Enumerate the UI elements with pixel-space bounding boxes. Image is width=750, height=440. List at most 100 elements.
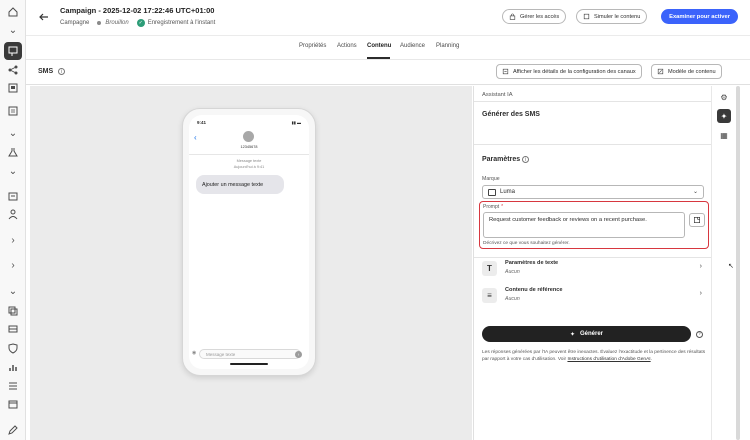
campaign-title: Campaign - 2025-12-02 17:22:46 UTC+01:00 xyxy=(60,6,215,15)
folders-icon[interactable] xyxy=(6,397,20,411)
tab-bar: Propriétés Actions Contenu Audience Plan… xyxy=(26,36,750,60)
chevron-right-icon[interactable]: › xyxy=(6,233,20,247)
simulate-content-button[interactable]: Simuler le contenu xyxy=(576,9,648,24)
review-activate-button[interactable]: Examiner pour activer xyxy=(661,9,738,24)
settings-icon xyxy=(502,68,509,75)
generate-button[interactable]: ✦ Générer xyxy=(482,326,691,342)
chevron-down-icon[interactable]: ⌄ xyxy=(6,126,20,140)
document-icon xyxy=(694,217,700,223)
home-indicator xyxy=(230,363,268,365)
left-nav-rail: ⌄ ⌄ ⌄ › › ⌄ xyxy=(0,0,26,440)
chevron-down-icon: ⌄ xyxy=(692,189,698,195)
campaign-meta: Campagne Brouillon ✓ Enregistrement à l'… xyxy=(60,19,215,27)
signal-battery-icon: ▮▮ ▬ xyxy=(291,120,301,125)
pencil-icon[interactable] xyxy=(6,423,20,437)
status-time: 9:41 xyxy=(197,120,207,125)
segments-icon[interactable] xyxy=(6,189,20,203)
text-icon: T xyxy=(482,261,497,276)
campaign-type: Campagne xyxy=(60,20,90,26)
app-root: ⌄ ⌄ ⌄ › › ⌄ Campaign - 2025-12-02 17:22:… xyxy=(0,0,750,440)
chevron-down-icon[interactable]: ⌄ xyxy=(6,164,20,178)
divider xyxy=(474,257,712,258)
template-icon xyxy=(657,68,664,75)
scrollbar-thumb[interactable] xyxy=(736,86,740,440)
prompt-highlight-box: Prompt * Request customer feedback or rev… xyxy=(479,201,709,249)
message-timestamp: Aujourd'hui à 9:41 xyxy=(233,165,265,169)
chevron-right-icon: › xyxy=(699,290,702,297)
chevron-right-icon[interactable]: › xyxy=(6,258,20,272)
divider xyxy=(189,154,309,155)
genai-guidelines-link[interactable]: Instructions d'utilisation d'Adobe GenAI xyxy=(567,357,650,362)
profiles-icon[interactable] xyxy=(6,207,20,221)
reports-icon[interactable] xyxy=(6,360,20,374)
home-icon[interactable] xyxy=(6,5,20,19)
ai-wand-icon[interactable]: ✦ xyxy=(717,109,731,123)
campaign-header: Campaign - 2025-12-02 17:22:46 UTC+01:00… xyxy=(26,0,750,36)
library-icon[interactable] xyxy=(6,104,20,118)
reference-content-row[interactable]: ≡ Contenu de référence Aucun › xyxy=(482,286,704,308)
list-icon[interactable] xyxy=(6,379,20,393)
tab-audience[interactable]: Audience xyxy=(400,43,425,49)
assets-icon[interactable]: ▦ xyxy=(717,128,731,142)
preview-canvas: 9:41 ▮▮ ▬ ‹ 12345678 Message texte Aujou… xyxy=(30,86,472,440)
lock-icon xyxy=(509,13,516,20)
chevron-right-icon: › xyxy=(699,263,702,270)
chevron-down-icon[interactable]: ⌄ xyxy=(6,284,20,298)
journeys-icon[interactable] xyxy=(6,63,20,77)
brand-icon xyxy=(488,189,496,196)
content-template-button[interactable]: Modèle de contenu xyxy=(651,64,722,79)
content-icon[interactable] xyxy=(6,81,20,95)
active-tab-indicator xyxy=(367,57,390,59)
mouse-cursor-icon: ↖ xyxy=(728,263,734,270)
tab-actions[interactable]: Actions xyxy=(337,43,357,49)
prompt-label: Prompt * xyxy=(483,204,504,210)
datasets-icon[interactable] xyxy=(6,304,20,318)
chevron-left-icon: ‹ xyxy=(194,133,197,142)
status-dot xyxy=(97,21,102,25)
prompt-help-text: Décrivez ce que vous souhaitez générer. xyxy=(483,241,570,246)
gear-icon[interactable]: ⚙ xyxy=(717,90,731,104)
flask-icon[interactable] xyxy=(6,145,20,159)
save-status: Enregistrement à l'instant xyxy=(147,20,216,26)
ai-assistant-panel: Assistant IA Générer des SMS Paramètres … xyxy=(473,86,712,440)
prompt-library-button[interactable] xyxy=(689,213,705,227)
schemas-icon[interactable] xyxy=(6,322,20,336)
divider xyxy=(474,101,712,102)
send-icon: ↑ xyxy=(295,351,302,358)
tab-properties[interactable]: Propriétés xyxy=(299,43,326,49)
show-channel-config-button[interactable]: Afficher les détails de la configuration… xyxy=(496,64,642,79)
stack-icon: ≡ xyxy=(482,288,497,303)
contact-number: 12345678 xyxy=(240,145,258,149)
campaign-state: Brouillon xyxy=(105,20,129,26)
phone-screen: 9:41 ▮▮ ▬ ‹ 12345678 Message texte Aujou… xyxy=(189,115,309,369)
info-icon[interactable]: i xyxy=(522,156,529,163)
sparkle-icon: ✦ xyxy=(569,331,575,338)
preview-icon xyxy=(583,13,590,20)
divider xyxy=(474,144,712,145)
help-icon[interactable]: ? xyxy=(696,331,703,338)
prompt-input[interactable]: Request customer feedback or reviews on … xyxy=(483,212,685,238)
avatar xyxy=(243,131,254,142)
add-icon: ◉ xyxy=(192,350,197,356)
required-marker: * xyxy=(501,204,504,210)
chevron-down-icon[interactable]: ⌄ xyxy=(6,23,20,37)
manage-access-button[interactable]: Gérer les accès xyxy=(502,9,567,24)
panel-title: Générer des SMS xyxy=(482,111,540,118)
check-circle-icon: ✓ xyxy=(136,19,145,27)
message-bubble[interactable]: Ajouter un message texte xyxy=(196,175,284,194)
tab-content[interactable]: Contenu xyxy=(367,43,391,49)
brand-label: Marque xyxy=(482,176,500,182)
ai-disclaimer: Les réponses générées par l'IA peuvent ê… xyxy=(482,350,706,362)
shield-icon[interactable] xyxy=(6,341,20,355)
tab-schedule[interactable]: Planning xyxy=(436,43,459,49)
channel-title: SMS xyxy=(38,68,54,75)
back-arrow-icon[interactable] xyxy=(38,10,50,22)
text-parameters-row[interactable]: T Paramètres de texte Aucun › xyxy=(482,259,704,281)
channel-bar: SMS i Afficher les détails de la configu… xyxy=(26,60,750,85)
campaigns-icon[interactable] xyxy=(4,42,22,60)
parameters-title: Paramètres xyxy=(482,156,521,163)
brand-select[interactable]: Luma ⌄ xyxy=(482,185,704,199)
scrollbar[interactable] xyxy=(736,86,740,440)
info-icon[interactable]: i xyxy=(58,68,65,75)
phone-frame: 9:41 ▮▮ ▬ ‹ 12345678 Message texte Aujou… xyxy=(182,108,316,376)
